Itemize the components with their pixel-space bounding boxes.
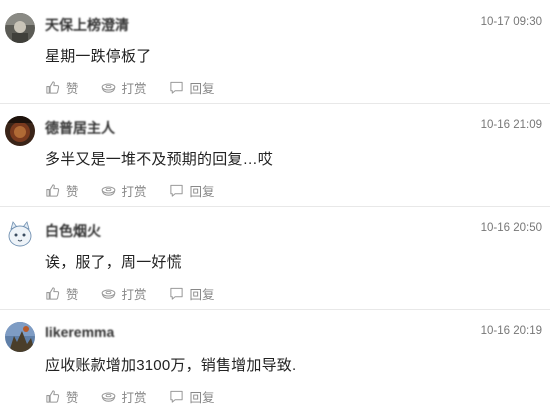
comment-actions: 赞 打赏 回复 bbox=[45, 284, 237, 303]
reply-button[interactable]: 回复 bbox=[169, 78, 215, 97]
comment-bubble-icon bbox=[169, 184, 183, 197]
reward-button[interactable]: 打赏 bbox=[101, 78, 147, 97]
ingot-icon bbox=[101, 186, 115, 196]
comment-actions: 赞 打赏 回复 bbox=[45, 78, 237, 97]
ingot-icon bbox=[101, 83, 115, 93]
comment-item: 德普居主人 10-16 21:09 多半又是一堆不及预期的回复…哎 赞 打赏 回… bbox=[0, 103, 550, 206]
comment-time: 10-16 20:50 bbox=[480, 222, 542, 234]
ingot-icon bbox=[101, 289, 115, 299]
like-label: 赞 bbox=[66, 391, 79, 405]
like-label: 赞 bbox=[66, 288, 79, 302]
comment-item: 天保上榜澄清 10-17 09:30 星期一跌停板了 赞 打赏 回复 bbox=[0, 0, 550, 103]
reply-label: 回复 bbox=[189, 185, 215, 199]
like-button[interactable]: 赞 bbox=[45, 78, 79, 97]
reward-button[interactable]: 打赏 bbox=[101, 284, 147, 303]
avatar[interactable] bbox=[5, 116, 35, 146]
reward-label: 打赏 bbox=[121, 391, 147, 405]
username[interactable]: 天保上榜澄清 bbox=[45, 15, 129, 35]
photo-avatar-icon bbox=[5, 322, 35, 352]
reply-label: 回复 bbox=[189, 82, 215, 96]
username[interactable]: 白色烟火 bbox=[45, 221, 101, 241]
comment-item: likeremma 10-16 20:19 应收账款增加3100万，销售增加导致… bbox=[0, 309, 550, 412]
username[interactable]: 德普居主人 bbox=[45, 118, 115, 138]
reward-button[interactable]: 打赏 bbox=[101, 181, 147, 200]
like-button[interactable]: 赞 bbox=[45, 387, 79, 406]
reward-label: 打赏 bbox=[121, 185, 147, 199]
reward-label: 打赏 bbox=[121, 288, 147, 302]
username[interactable]: likeremma bbox=[45, 324, 114, 340]
avatar[interactable] bbox=[5, 322, 35, 352]
like-label: 赞 bbox=[66, 82, 79, 96]
comment-bubble-icon bbox=[169, 287, 183, 300]
comment-text: 应收账款增加3100万，销售增加导致. bbox=[45, 357, 297, 374]
like-button[interactable]: 赞 bbox=[45, 284, 79, 303]
comment-time: 10-16 21:09 bbox=[480, 119, 542, 131]
thumbs-up-icon bbox=[46, 184, 60, 197]
comment-time: 10-17 09:30 bbox=[480, 16, 542, 28]
comment-text: 诶，服了，周一好慌 bbox=[45, 254, 182, 271]
comment-text: 多半又是一堆不及预期的回复…哎 bbox=[45, 151, 274, 168]
comment-actions: 赞 打赏 回复 bbox=[45, 181, 237, 200]
thumbs-up-icon bbox=[46, 287, 60, 300]
comment-text: 星期一跌停板了 bbox=[45, 48, 152, 65]
photo-avatar-icon bbox=[5, 13, 35, 43]
comment-actions: 赞 打赏 回复 bbox=[45, 387, 237, 406]
comment-bubble-icon bbox=[169, 390, 183, 403]
photo-avatar-icon bbox=[5, 116, 35, 146]
reply-label: 回复 bbox=[189, 288, 215, 302]
reply-label: 回复 bbox=[189, 391, 215, 405]
reply-button[interactable]: 回复 bbox=[169, 284, 215, 303]
reward-label: 打赏 bbox=[121, 82, 147, 96]
comment-item: 白色烟火 10-16 20:50 诶，服了，周一好慌 赞 打赏 回复 bbox=[0, 206, 550, 309]
thumbs-up-icon bbox=[46, 81, 60, 94]
comment-bubble-icon bbox=[169, 81, 183, 94]
thumbs-up-icon bbox=[46, 390, 60, 403]
ingot-icon bbox=[101, 392, 115, 402]
like-button[interactable]: 赞 bbox=[45, 181, 79, 200]
reply-button[interactable]: 回复 bbox=[169, 387, 215, 406]
comment-time: 10-16 20:19 bbox=[480, 325, 542, 337]
avatar[interactable] bbox=[5, 13, 35, 43]
like-label: 赞 bbox=[66, 185, 79, 199]
cartoon-cat-icon bbox=[5, 219, 35, 249]
reply-button[interactable]: 回复 bbox=[169, 181, 215, 200]
reward-button[interactable]: 打赏 bbox=[101, 387, 147, 406]
avatar[interactable] bbox=[5, 219, 35, 249]
